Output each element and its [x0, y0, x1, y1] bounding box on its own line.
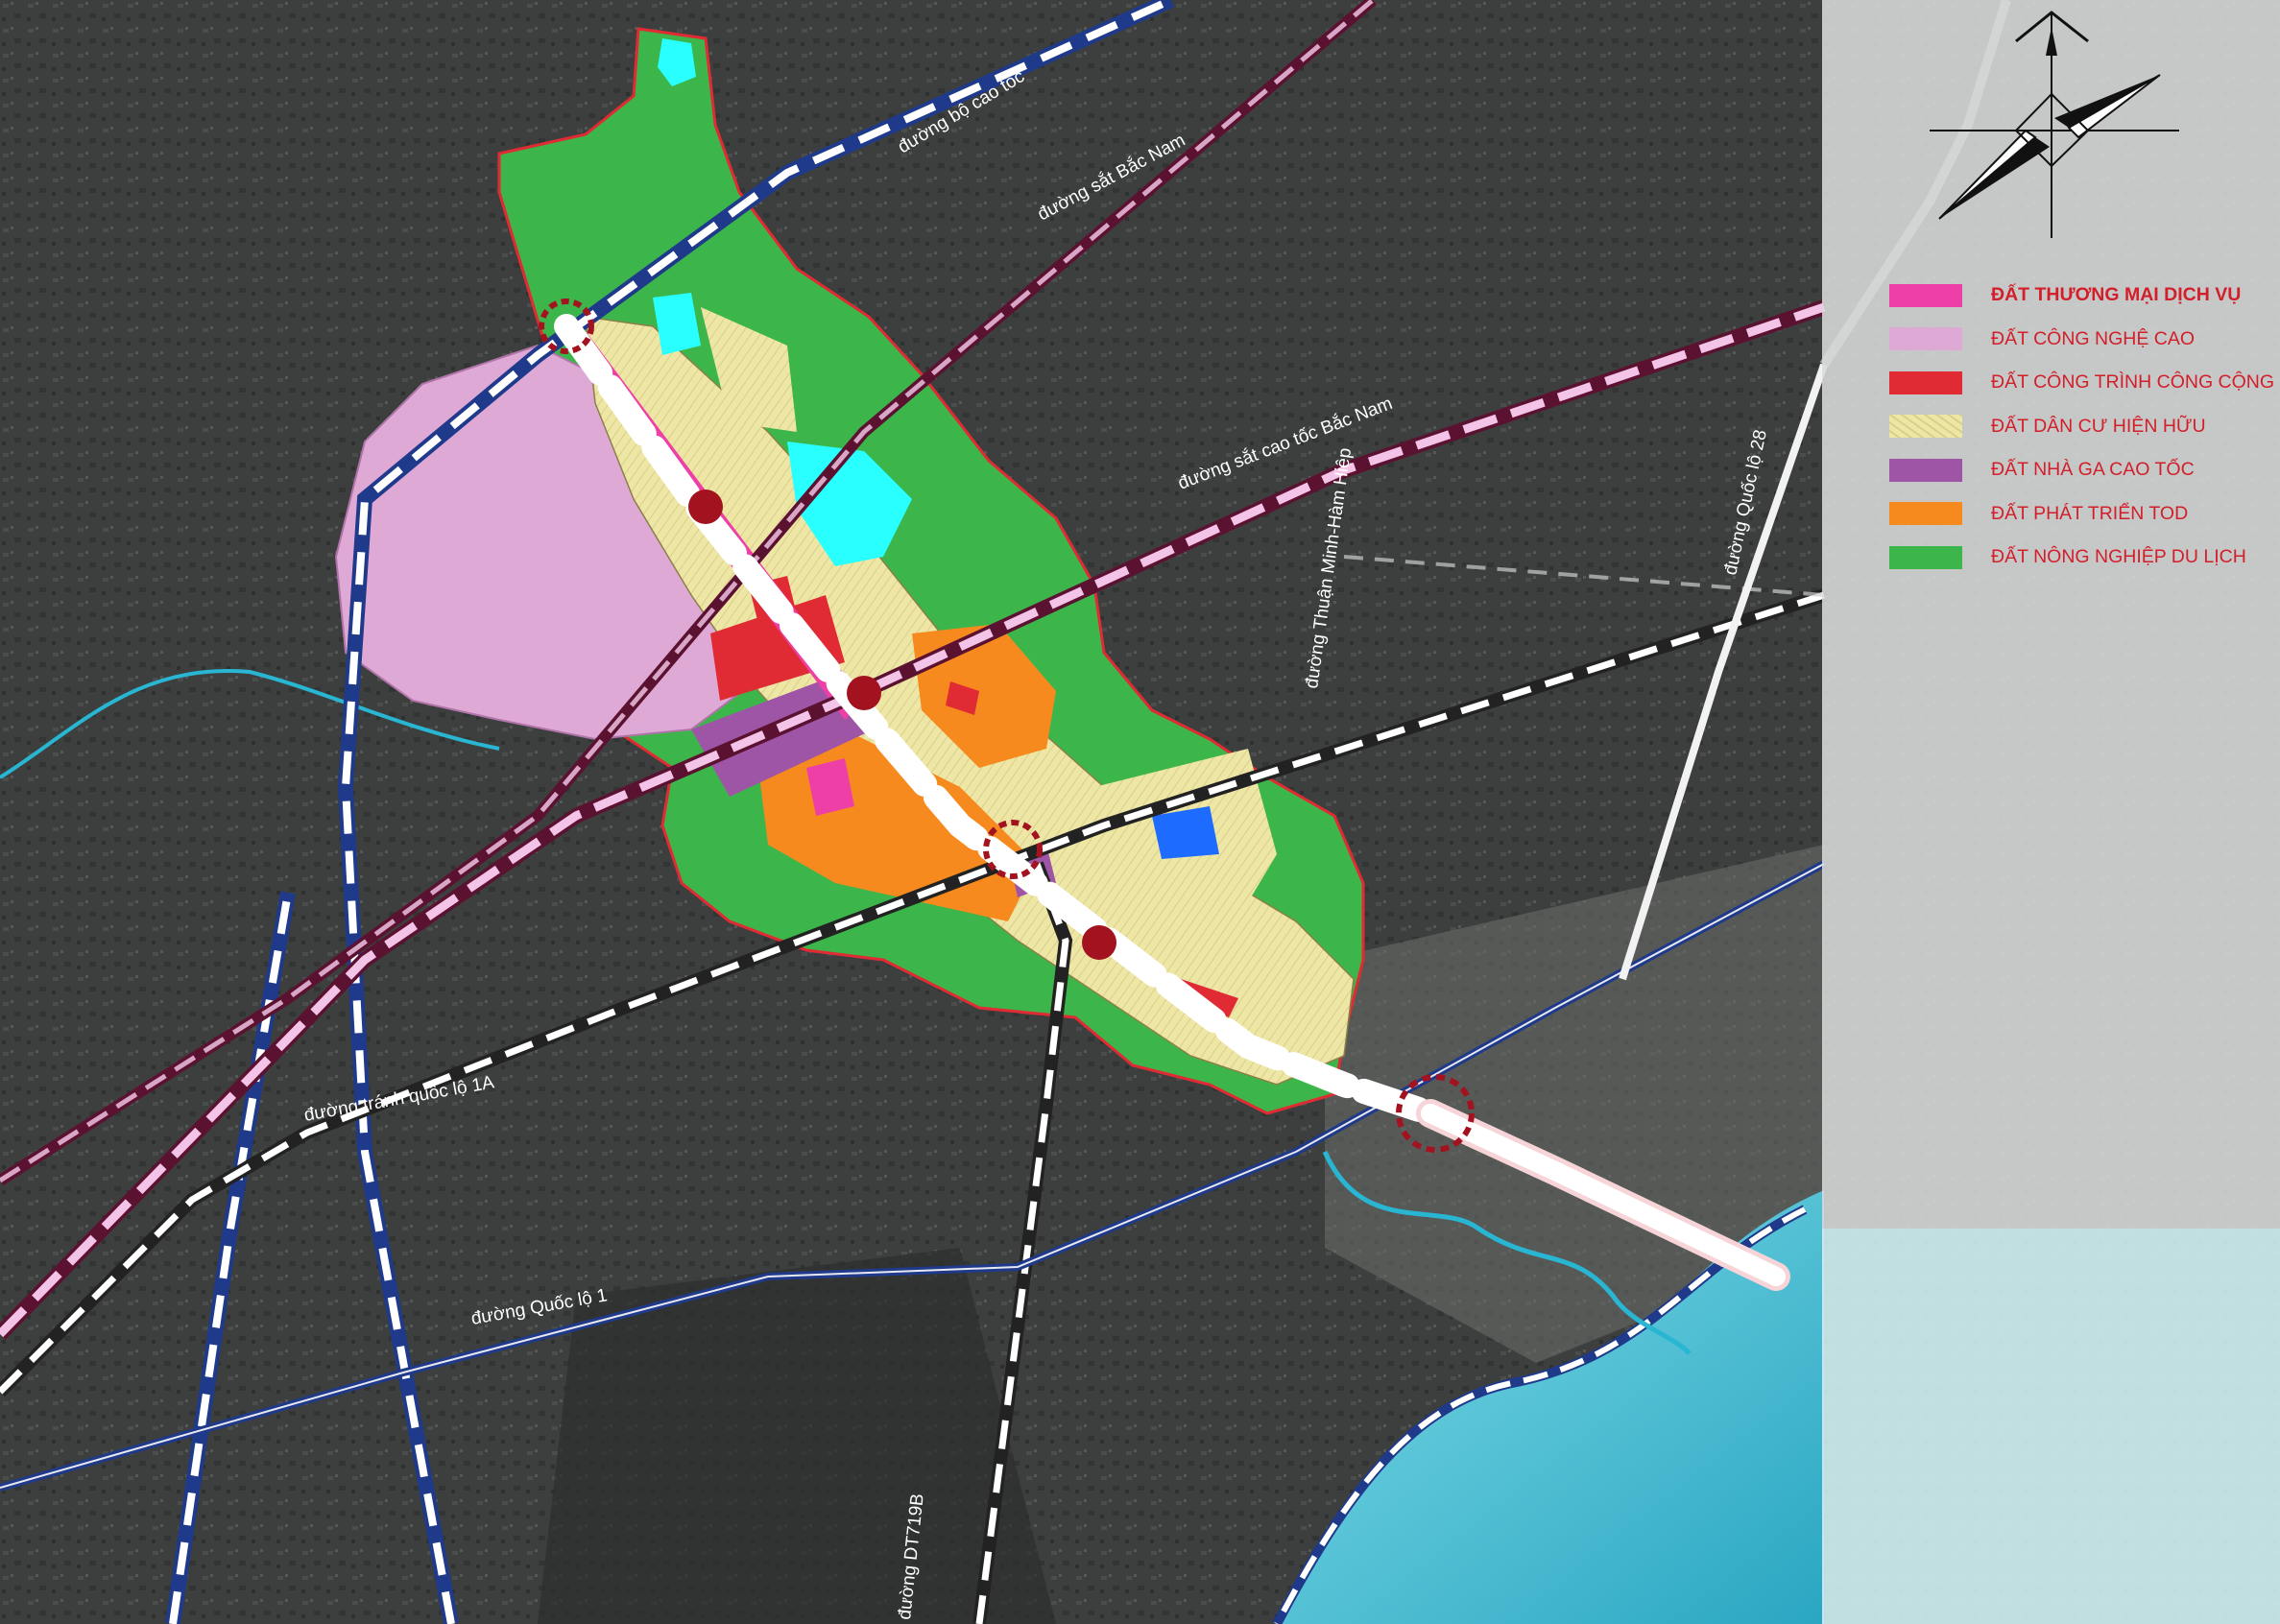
- legend-label: ĐẤT NÔNG NGHIỆP DU LỊCH: [1991, 546, 2246, 568]
- legend-label: ĐẤT CÔNG TRÌNH CÔNG CỘNG: [1991, 371, 2275, 394]
- legend-label: ĐẤT CÔNG NGHỆ CAO: [1991, 327, 2195, 349]
- legend-item-station: ĐẤT NHÀ GA CAO TỐC: [1889, 448, 2273, 492]
- legend-item-public: ĐẤT CÔNG TRÌNH CÔNG CỘNG: [1889, 361, 2275, 405]
- legend-swatch: [1889, 370, 1962, 394]
- legend-label: ĐẤT THƯƠNG MẠI DỊCH VỤ: [1991, 284, 2242, 306]
- north-arrow-icon: [1930, 11, 2179, 238]
- legend-swatch: [1889, 545, 1962, 569]
- legend-swatch: [1889, 458, 1962, 482]
- legend-label: ĐẤT NHÀ GA CAO TỐC: [1991, 459, 2195, 481]
- legend-item-tod: ĐẤT PHÁT TRIỂN TOD: [1889, 492, 2273, 537]
- legend: ĐẤT THƯƠNG MẠI DỊCH VỤ ĐẤT CÔNG NGHỆ CAO…: [1889, 274, 2275, 580]
- legend-label: ĐẤT PHÁT TRIỂN TOD: [1991, 502, 2189, 524]
- legend-item-high-tech: ĐẤT CÔNG NGHỆ CAO: [1889, 318, 2273, 362]
- legend-swatch: [1889, 283, 1962, 307]
- legend-swatch: [1889, 415, 1962, 439]
- planning-map: đường bộ cao tốc đường sắt Bắc Nam đường…: [0, 0, 2280, 1624]
- lake-blue: [1152, 806, 1219, 859]
- legend-item-commercial: ĐẤT THƯƠNG MẠI DỊCH VỤ: [1889, 274, 2273, 318]
- legend-swatch: [1889, 327, 1962, 351]
- legend-item-agri-tourism: ĐẤT NÔNG NGHIỆP DU LỊCH: [1889, 536, 2273, 580]
- legend-label: ĐẤT DÂN CƯ HIỆN HỮU: [1991, 415, 2206, 437]
- legend-item-residential: ĐẤT DÂN CƯ HIỆN HỮU: [1889, 405, 2273, 449]
- legend-swatch: [1889, 502, 1962, 526]
- legend-panel: [1822, 0, 2280, 1624]
